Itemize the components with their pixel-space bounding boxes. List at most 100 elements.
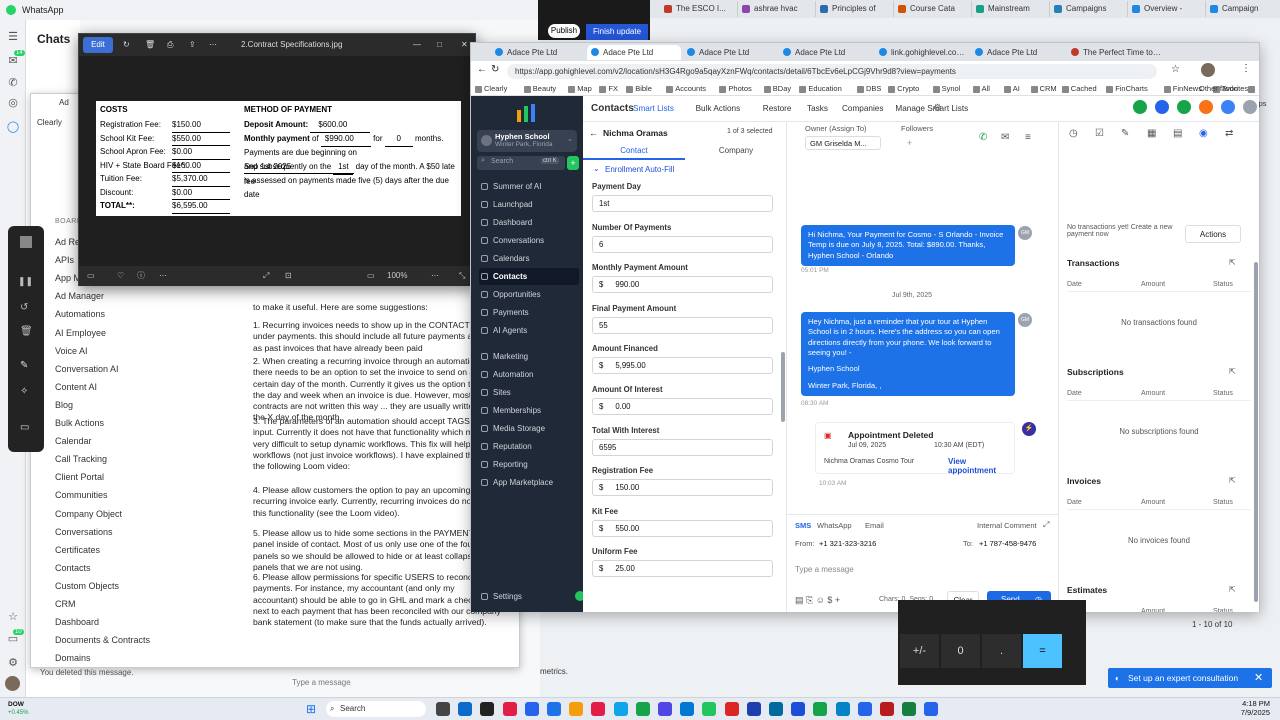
view-appointment-link[interactable]: View appointment bbox=[948, 457, 1014, 475]
taskbar-app-icon[interactable] bbox=[613, 702, 628, 716]
header-tab[interactable]: Restore bbox=[763, 96, 792, 122]
add-follower-icon[interactable]: + bbox=[907, 138, 912, 148]
publish-button[interactable]: Publish bbox=[548, 24, 580, 38]
menu-item[interactable]: Calendar bbox=[55, 433, 215, 449]
record-stop-icon[interactable] bbox=[20, 236, 32, 248]
calendar-icon[interactable]: ▦ bbox=[1147, 128, 1156, 139]
bookmark-item[interactable]: BDay bbox=[763, 81, 791, 96]
menu-item[interactable]: Documents & Contracts bbox=[55, 632, 215, 648]
bookmark-item[interactable]: Map bbox=[568, 81, 592, 96]
sidebar-item[interactable]: Marketing bbox=[479, 348, 579, 365]
sidebar-item[interactable]: Opportunities bbox=[479, 286, 579, 303]
settings-gear-icon[interactable]: ⚙ bbox=[933, 103, 942, 114]
sidebar-item[interactable]: AI Agents bbox=[479, 322, 579, 339]
taskbar-app-icon[interactable] bbox=[635, 702, 650, 716]
menu-item[interactable]: Certificates bbox=[55, 542, 215, 558]
taskbar-app-icon[interactable] bbox=[924, 702, 939, 716]
trash-icon[interactable]: 🗑 bbox=[20, 326, 33, 337]
field-input[interactable]: $990.00 bbox=[592, 276, 773, 294]
menu-item[interactable]: Company Object bbox=[55, 506, 215, 522]
call-icon[interactable]: ✆ bbox=[979, 132, 987, 143]
internal-comment-tab[interactable]: Internal Comment bbox=[977, 521, 1037, 530]
bookmark-item[interactable]: Crypto bbox=[888, 81, 919, 96]
zoom-level[interactable]: 100% bbox=[387, 266, 407, 286]
sidebar-item[interactable]: Payments bbox=[479, 304, 579, 321]
bookmark-item[interactable]: Bible bbox=[626, 81, 652, 96]
calc-key[interactable]: = bbox=[1023, 634, 1062, 668]
taskbar-app-icon[interactable] bbox=[746, 702, 761, 716]
more-icon[interactable]: ⋯ bbox=[209, 34, 217, 56]
bookmark-item[interactable]: CRM bbox=[1030, 81, 1057, 96]
finish-update-button[interactable]: Finish update bbox=[586, 24, 648, 40]
channel-tab[interactable]: SMS bbox=[795, 521, 811, 530]
menu-item[interactable]: Content AI bbox=[55, 379, 215, 395]
url-bar[interactable]: https://app.gohighlevel.com/v2/location/… bbox=[507, 64, 1157, 79]
task-icon[interactable]: ☑ bbox=[1095, 128, 1104, 139]
taskbar-app-icon[interactable] bbox=[569, 702, 584, 716]
menu-item[interactable]: Automations bbox=[55, 306, 215, 322]
camera-icon[interactable]: ▭ bbox=[20, 422, 29, 433]
bookmark-item[interactable]: Cached bbox=[1061, 81, 1097, 96]
sidebar-item[interactable]: Launchpad bbox=[479, 196, 579, 213]
rotate-icon[interactable]: ↻ bbox=[123, 34, 130, 56]
browser-tab[interactable]: Principles of bbox=[816, 1, 894, 17]
zoom-icon[interactable]: ▭ bbox=[367, 266, 375, 286]
notification-icon[interactable] bbox=[1199, 100, 1213, 114]
clock[interactable]: 4:18 PM 7/9/2025 bbox=[1220, 699, 1270, 717]
chats-icon[interactable]: ✉ bbox=[6, 54, 20, 68]
open-external-icon[interactable]: ⇱ bbox=[1229, 367, 1236, 376]
menu-item[interactable]: Contacts bbox=[55, 560, 215, 576]
windows-start-icon[interactable]: ⊞ bbox=[306, 702, 320, 716]
to-number[interactable]: +1 787-458-9476 bbox=[979, 539, 1036, 548]
browser-tab[interactable]: Adace Pte Ltd bbox=[587, 45, 681, 60]
open-external-icon[interactable]: ⇱ bbox=[1229, 476, 1236, 485]
user-avatar[interactable] bbox=[1243, 100, 1257, 114]
bookmark-item[interactable]: Photos bbox=[719, 81, 752, 96]
taskbar-app-icon[interactable] bbox=[724, 702, 739, 716]
sidebar-item[interactable]: App Marketplace bbox=[479, 474, 579, 491]
bookmark-item[interactable]: Accounts bbox=[666, 81, 706, 96]
sidebar-item[interactable]: Contacts bbox=[479, 268, 579, 285]
edit-button[interactable]: Edit bbox=[83, 37, 113, 53]
bookmark-item[interactable]: FinCharts bbox=[1106, 81, 1148, 96]
field-input[interactable]: 6595 bbox=[592, 438, 773, 456]
sidebar-item-settings[interactable]: Settings bbox=[479, 588, 579, 605]
bookmark-item[interactable]: Beauty bbox=[523, 81, 556, 96]
browser-tab[interactable]: Campaign bbox=[1206, 1, 1280, 17]
calls-icon[interactable]: ✆ bbox=[6, 76, 20, 90]
share-icon[interactable]: ⇪ bbox=[189, 34, 196, 56]
document-icon[interactable]: ▤ bbox=[1173, 128, 1182, 139]
phone-icon[interactable] bbox=[1133, 100, 1147, 114]
taskbar-app-icon[interactable] bbox=[880, 702, 894, 716]
taskbar-app-icon[interactable] bbox=[436, 702, 450, 716]
header-tab[interactable]: Tasks bbox=[807, 96, 828, 122]
scrollbar[interactable] bbox=[1254, 262, 1258, 602]
location-switcher[interactable]: Hyphen School Winter Park, Florida ⌄ bbox=[477, 130, 577, 152]
reload-icon[interactable]: ↻ bbox=[491, 64, 499, 75]
browser-tab[interactable]: Adace Pte Ltd bbox=[683, 45, 777, 60]
sidebar-item[interactable]: Reputation bbox=[479, 438, 579, 455]
overflow-icon[interactable]: ⋯ bbox=[431, 266, 439, 286]
sidebar-item[interactable]: Automation bbox=[479, 366, 579, 383]
print-icon[interactable]: ⎙ bbox=[167, 34, 173, 56]
note-icon[interactable]: ✎ bbox=[1121, 128, 1129, 139]
taskbar-app-icon[interactable] bbox=[502, 702, 517, 716]
meta-ai-icon[interactable]: ◯ bbox=[6, 120, 20, 134]
bookmark-item[interactable]: FinNews bbox=[1163, 81, 1202, 96]
header-tab[interactable]: Bulk Actions bbox=[696, 96, 741, 122]
header-tab[interactable]: Manage Smart Lists bbox=[895, 96, 968, 122]
taskbar-app-icon[interactable] bbox=[791, 702, 806, 716]
scrollbar[interactable] bbox=[781, 352, 785, 422]
taskbar-app-icon[interactable] bbox=[524, 702, 539, 716]
menu-item[interactable]: Call Tracking bbox=[55, 451, 215, 467]
channel-tab[interactable]: Email bbox=[865, 521, 884, 530]
whatsapp-message-input[interactable]: Type a message bbox=[292, 678, 351, 687]
menu-item[interactable]: Domains bbox=[55, 650, 215, 666]
menu-item[interactable]: Communities bbox=[55, 487, 215, 503]
taskbar-app-icon[interactable] bbox=[547, 702, 561, 716]
browser-tab[interactable]: Mainstream bbox=[972, 1, 1050, 17]
taskbar-app-icon[interactable] bbox=[680, 702, 695, 716]
menu-item[interactable]: Ad Manager bbox=[55, 288, 215, 304]
more-options-icon[interactable]: ⋯ bbox=[159, 266, 167, 286]
expand-icon[interactable]: ⤢ bbox=[1043, 520, 1049, 530]
